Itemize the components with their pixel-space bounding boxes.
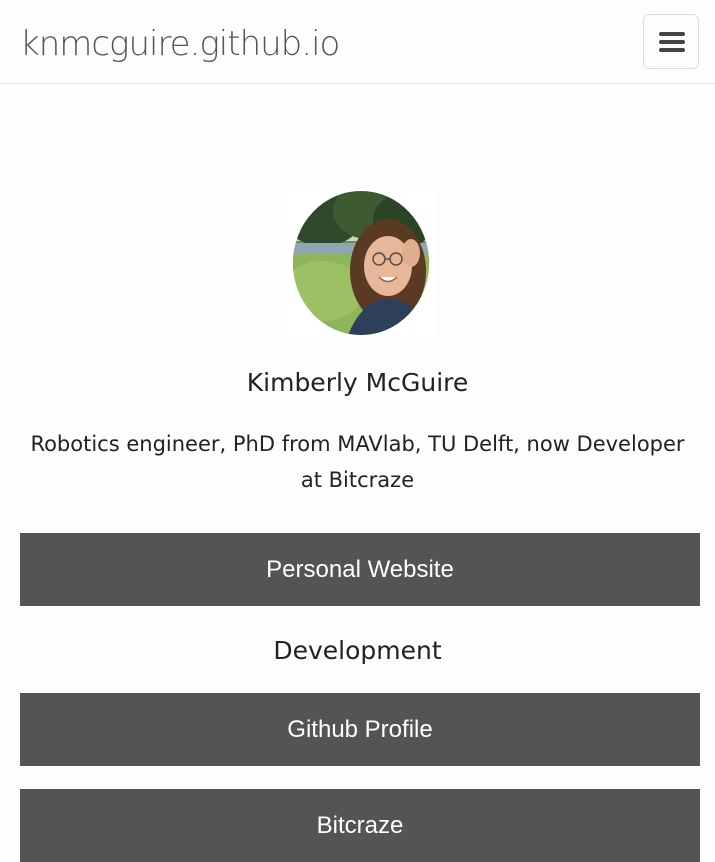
navbar: knmcguire.github.io xyxy=(0,0,715,84)
avatar-container xyxy=(286,188,436,338)
section-title-development: Development xyxy=(273,636,442,665)
main-content: Kimberly McGuire Robotics engineer, PhD … xyxy=(0,84,715,862)
hamburger-menu-icon-bar-3 xyxy=(659,48,685,52)
bitcraze-button[interactable]: Bitcraze xyxy=(20,789,700,862)
menu-toggle-button[interactable] xyxy=(643,14,699,69)
hamburger-menu-icon-bar-1 xyxy=(659,32,685,36)
hamburger-menu-icon-bar-2 xyxy=(659,40,685,44)
profile-bio: Robotics engineer, PhD from MAVlab, TU D… xyxy=(30,432,685,492)
avatar xyxy=(293,191,429,335)
profile-name: Kimberly McGuire xyxy=(246,368,469,397)
personal-website-button[interactable]: Personal Website xyxy=(20,533,700,606)
github-profile-button[interactable]: Github Profile xyxy=(20,693,700,766)
profile-photo-illustration xyxy=(293,191,429,335)
site-brand-link[interactable]: knmcguire.github.io xyxy=(20,22,340,66)
